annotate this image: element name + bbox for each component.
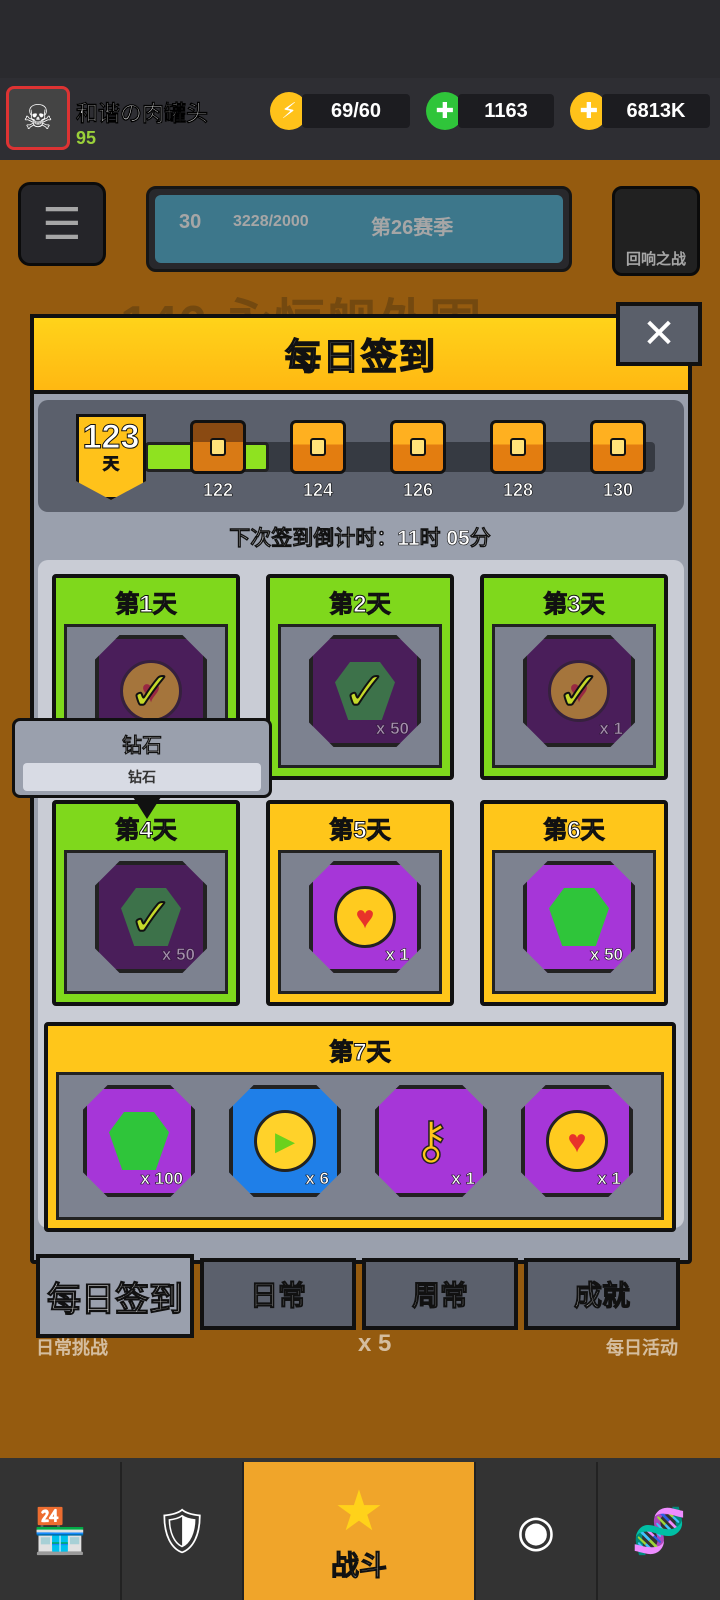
- day-label: 第5天: [329, 816, 391, 844]
- milestone-label: 124: [302, 480, 334, 501]
- coin-reward[interactable]: ▶ x 6: [229, 1085, 341, 1197]
- milestone-label: 130: [602, 480, 634, 501]
- day-label: 第1天: [115, 590, 177, 618]
- status-bar: [0, 0, 720, 78]
- day-label: 第7天: [329, 1038, 391, 1066]
- check-icon: ✓: [341, 661, 388, 723]
- day-card-5[interactable]: 第5天 ♥ x 1: [266, 800, 454, 1006]
- heart-icon: ♥: [334, 886, 396, 948]
- heart-icon: ♥: [546, 1110, 608, 1172]
- item-tooltip: 钻石 钻石: [12, 718, 272, 819]
- gem-value: 1163: [458, 94, 554, 128]
- milestone-label: 122: [202, 480, 234, 501]
- avatar[interactable]: ☠: [6, 86, 70, 150]
- heart-reward[interactable]: ♥ x 1: [521, 1085, 633, 1197]
- gem-icon: [109, 1112, 169, 1170]
- tab-daily[interactable]: 日常: [200, 1258, 356, 1330]
- reward-qty: x 1: [451, 1169, 475, 1189]
- gem-reward: ✓ x 50: [95, 861, 207, 973]
- heart-reward: ♥ x 1: [309, 861, 421, 973]
- energy-value: 69/60: [302, 94, 410, 128]
- coin-icon: ▶: [254, 1110, 316, 1172]
- milestone-chest-icon[interactable]: [590, 420, 646, 474]
- milestone-chest-icon[interactable]: [390, 420, 446, 474]
- tooltip-title: 钻石: [122, 735, 163, 758]
- player-level: 95: [76, 128, 97, 148]
- reward-slot: x 50: [492, 850, 656, 994]
- reward-qty: x 1: [385, 945, 409, 965]
- gem-reward: x 50: [523, 861, 635, 973]
- reward-slot: ♥ x 1: [278, 850, 442, 994]
- key-icon: ⚷: [411, 1111, 451, 1171]
- energy-multiplier: x 5: [358, 1330, 392, 1357]
- reward-qty: x 50: [589, 945, 624, 965]
- heart-reward: ♥ ✓ x 1: [523, 635, 635, 747]
- reward-qty: x 100: [140, 1169, 183, 1189]
- player-name: 和谐の肉罐头: [76, 101, 209, 127]
- milestone-chest-icon[interactable]: [290, 420, 346, 474]
- gem-reward[interactable]: x 100: [83, 1085, 195, 1197]
- coin-value: 6813K: [602, 94, 710, 128]
- day-card-7[interactable]: 第7天 x 100 ▶ x 6 ⚷ x 1 ♥ x 1: [44, 1022, 676, 1232]
- close-button[interactable]: ✕: [616, 302, 702, 366]
- tab-achievement[interactable]: 成就: [524, 1258, 680, 1330]
- reward-qty: x 1: [599, 719, 623, 739]
- star-icon: ★: [333, 1479, 385, 1542]
- nav-fight-label: 战斗: [330, 1550, 387, 1582]
- reward-slot: ✓ x 50: [64, 850, 228, 994]
- reward-qty: x 50: [375, 719, 410, 739]
- countdown-text: 下次签到倒计时：11时 05分: [229, 527, 491, 551]
- tab-daily-signin[interactable]: 每日签到: [36, 1254, 194, 1338]
- check-icon: ✓: [127, 661, 174, 723]
- nav-shop[interactable]: 🏪: [0, 1462, 122, 1600]
- day-label: 第3天: [543, 590, 605, 618]
- milestone-label: 126: [402, 480, 434, 501]
- nav-equipment[interactable]: 🛡: [122, 1462, 244, 1600]
- nav-fight[interactable]: ★ 战斗: [244, 1462, 476, 1600]
- daily-event-label: 每日活动: [606, 1338, 678, 1358]
- milestone-label: 128: [502, 480, 534, 501]
- tab-weekly[interactable]: 周常: [362, 1258, 518, 1330]
- day-card-6[interactable]: 第6天 x 50: [480, 800, 668, 1006]
- check-icon: ✓: [127, 887, 174, 949]
- day-label: 第6天: [543, 816, 605, 844]
- day-card-4[interactable]: 第4天 ✓ x 50: [52, 800, 240, 1006]
- reward-qty: x 6: [305, 1169, 329, 1189]
- shop-icon: 🏪: [32, 1507, 88, 1556]
- gem-icon: [549, 888, 609, 946]
- milestone-chest-icon[interactable]: [490, 420, 546, 474]
- milestone-chest-icon[interactable]: [190, 420, 246, 474]
- reward-slot: ♥ ✓ x 1: [492, 624, 656, 768]
- streak-unit: 天: [102, 456, 119, 474]
- modal-title: 每日签到: [30, 314, 692, 394]
- armor-icon: 🛡: [154, 1507, 210, 1556]
- key-reward[interactable]: ⚷ x 1: [375, 1085, 487, 1197]
- day-label: 第2天: [329, 590, 391, 618]
- reward-qty: x 1: [597, 1169, 621, 1189]
- check-icon: ✓: [555, 661, 602, 723]
- tooltip-body: 钻石: [23, 763, 261, 791]
- globe-icon: ◉: [516, 1506, 556, 1556]
- close-icon: ✕: [642, 312, 676, 356]
- gem-reward: ✓ x 50: [309, 635, 421, 747]
- nav-events[interactable]: ◉: [476, 1462, 598, 1600]
- reward-qty: x 50: [161, 945, 196, 965]
- streak-days: 123: [82, 418, 140, 456]
- day-card-3[interactable]: 第3天 ♥ ✓ x 1: [480, 574, 668, 780]
- dna-icon: 🧬: [631, 1507, 687, 1556]
- reward-slot: ✓ x 50: [278, 624, 442, 768]
- nav-research[interactable]: 🧬: [598, 1462, 720, 1600]
- day-card-2[interactable]: 第2天 ✓ x 50: [266, 574, 454, 780]
- reward-slot: x 100 ▶ x 6 ⚷ x 1 ♥ x 1: [56, 1072, 664, 1220]
